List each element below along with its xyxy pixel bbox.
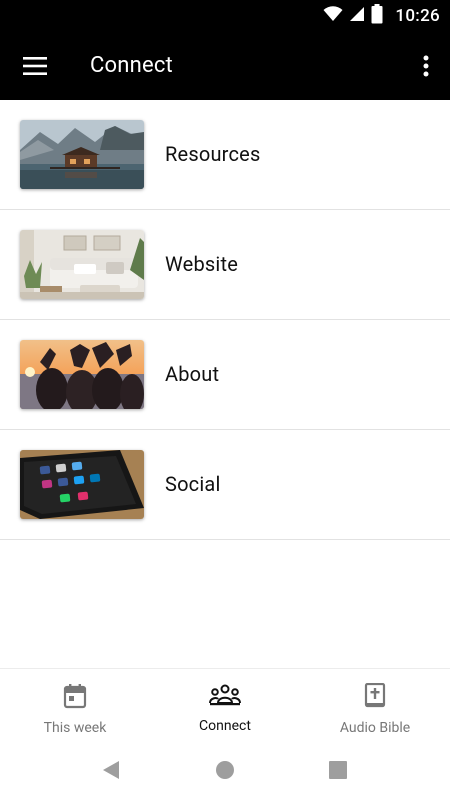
connect-list: Resources Website About Social [0,100,450,540]
nav-label: This week [43,720,107,736]
nav-item-connect[interactable]: Connect [150,669,300,741]
bottom-navigation: This week Connect Audio Bible [0,668,450,741]
nav-item-audio-bible[interactable]: Audio Bible [300,669,450,741]
battery-icon [371,4,383,28]
list-item-label: Social [165,472,221,496]
nav-label: Connect [199,718,251,734]
list-item-resources[interactable]: Resources [0,100,450,210]
list-item-label: About [165,362,220,386]
status-bar: 10:26 [0,0,450,32]
app-bar: Connect [0,32,450,100]
hamburger-menu-icon[interactable] [18,49,52,83]
more-vert-icon[interactable] [414,49,438,83]
list-item-website[interactable]: Website [0,210,450,320]
status-time: 10:26 [395,6,440,26]
wifi-icon [323,6,343,26]
group-icon [209,683,241,711]
hands-heart-sunset-photo [20,340,144,409]
status-icons: 10:26 [323,0,440,32]
list-item-about[interactable]: About [0,320,450,430]
nav-item-this-week[interactable]: This week [0,669,150,741]
phone-social-media-photo [20,450,144,519]
home-icon[interactable] [214,759,236,781]
calendar-icon [63,683,87,713]
system-navigation-bar [0,740,450,800]
back-icon[interactable] [100,759,122,781]
lake-cabin-mountains-photo [20,120,144,189]
page-title: Connect [90,53,173,78]
bible-book-icon [364,682,386,713]
list-item-label: Resources [165,142,261,166]
cell-signal-icon [349,6,365,26]
recents-icon[interactable] [327,759,349,781]
list-item-social[interactable]: Social [0,430,450,540]
nav-label: Audio Bible [339,720,411,736]
living-room-sofa-photo [20,230,144,299]
list-item-label: Website [165,252,239,276]
